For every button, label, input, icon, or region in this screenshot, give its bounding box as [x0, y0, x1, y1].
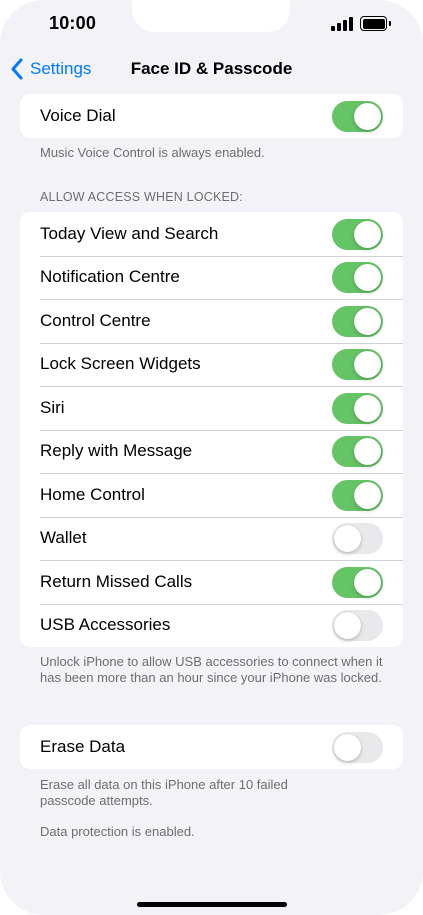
toggle-knob: [334, 733, 361, 761]
access-row-today-view: Today View and Search: [20, 212, 403, 256]
toggle-knob: [354, 568, 381, 596]
row-label: Notification Centre: [40, 267, 180, 287]
erase-data-toggle[interactable]: [332, 731, 383, 763]
toggle-knob: [354, 307, 381, 335]
usb-accessories-footer: Unlock iPhone to allow USB accessories t…: [40, 654, 383, 685]
siri-toggle[interactable]: [332, 392, 383, 424]
access-row-wallet: Wallet: [20, 516, 403, 561]
access-row-notification-centre: Notification Centre: [20, 255, 403, 300]
row-label: Lock Screen Widgets: [40, 354, 201, 374]
access-row-home-control: Home Control: [20, 473, 403, 517]
erase-data-row: Erase Data: [20, 725, 403, 769]
status-time: 10:00: [49, 13, 97, 33]
return-missed-calls-toggle[interactable]: [332, 566, 383, 598]
erase-data-group: Erase Data: [20, 725, 403, 769]
lock-screen-widgets-toggle[interactable]: [332, 349, 383, 380]
toggle-knob: [354, 438, 381, 465]
access-row-return-missed-calls: Return Missed Calls: [20, 560, 403, 604]
nav-bar: Settings Face ID & Passcode: [0, 50, 423, 90]
toggle-knob: [354, 351, 381, 378]
toggle-knob: [354, 394, 381, 422]
toggle-knob: [354, 102, 381, 130]
wallet-toggle[interactable]: [332, 523, 383, 554]
status-bar: 10:00: [0, 0, 423, 50]
row-label: Today View and Search: [40, 223, 219, 243]
page-title: Face ID & Passcode: [130, 59, 293, 78]
row-label: USB Accessories: [40, 615, 171, 635]
control-centre-toggle[interactable]: [332, 305, 383, 337]
access-row-reply-with-message: Reply with Message: [20, 429, 403, 474]
toggle-knob: [354, 220, 381, 248]
access-row-siri: Siri: [20, 386, 403, 430]
row-label: Control Centre: [40, 310, 151, 330]
allow-access-header: ALLOW ACCESS WHEN LOCKED:: [40, 190, 243, 204]
voice-dial-footer: Music Voice Control is always enabled.: [40, 145, 265, 160]
voice-dial-row: Voice Dial: [20, 94, 403, 138]
voice-dial-group: Voice Dial: [20, 94, 403, 138]
battery-icon: [360, 16, 392, 32]
today-view-toggle[interactable]: [332, 218, 383, 250]
access-row-lock-screen-widgets: Lock Screen Widgets: [20, 342, 403, 387]
toggle-knob: [354, 481, 381, 509]
home-indicator: [137, 902, 287, 907]
data-protection-note: Data protection is enabled.: [40, 824, 195, 839]
access-row-control-centre: Control Centre: [20, 299, 403, 343]
voice-dial-toggle[interactable]: [332, 100, 383, 132]
home-control-toggle[interactable]: [332, 479, 383, 511]
toggle-knob: [334, 525, 361, 552]
access-row-usb-accessories: USB Accessories: [20, 603, 403, 648]
erase-data-footer: Erase all data on this iPhone after 10 f…: [40, 777, 288, 808]
row-label: Return Missed Calls: [40, 571, 193, 591]
erase-data-label: Erase Data: [40, 736, 126, 756]
row-label: Home Control: [40, 484, 145, 504]
cellular-signal-icon: [331, 17, 355, 31]
toggle-knob: [354, 264, 381, 291]
phone-screen: 10:00 Settings Face ID & Passcode Voice …: [0, 0, 423, 915]
row-label: Wallet: [40, 528, 87, 548]
notification-centre-toggle[interactable]: [332, 262, 383, 293]
toggle-knob: [334, 612, 361, 639]
reply-with-message-toggle[interactable]: [332, 436, 383, 467]
row-label: Siri: [40, 397, 65, 417]
row-label: Reply with Message: [40, 441, 193, 461]
allow-access-group: Today View and Search Notification Centr…: [20, 212, 403, 647]
usb-accessories-toggle[interactable]: [332, 610, 383, 641]
voice-dial-label: Voice Dial: [40, 105, 116, 125]
